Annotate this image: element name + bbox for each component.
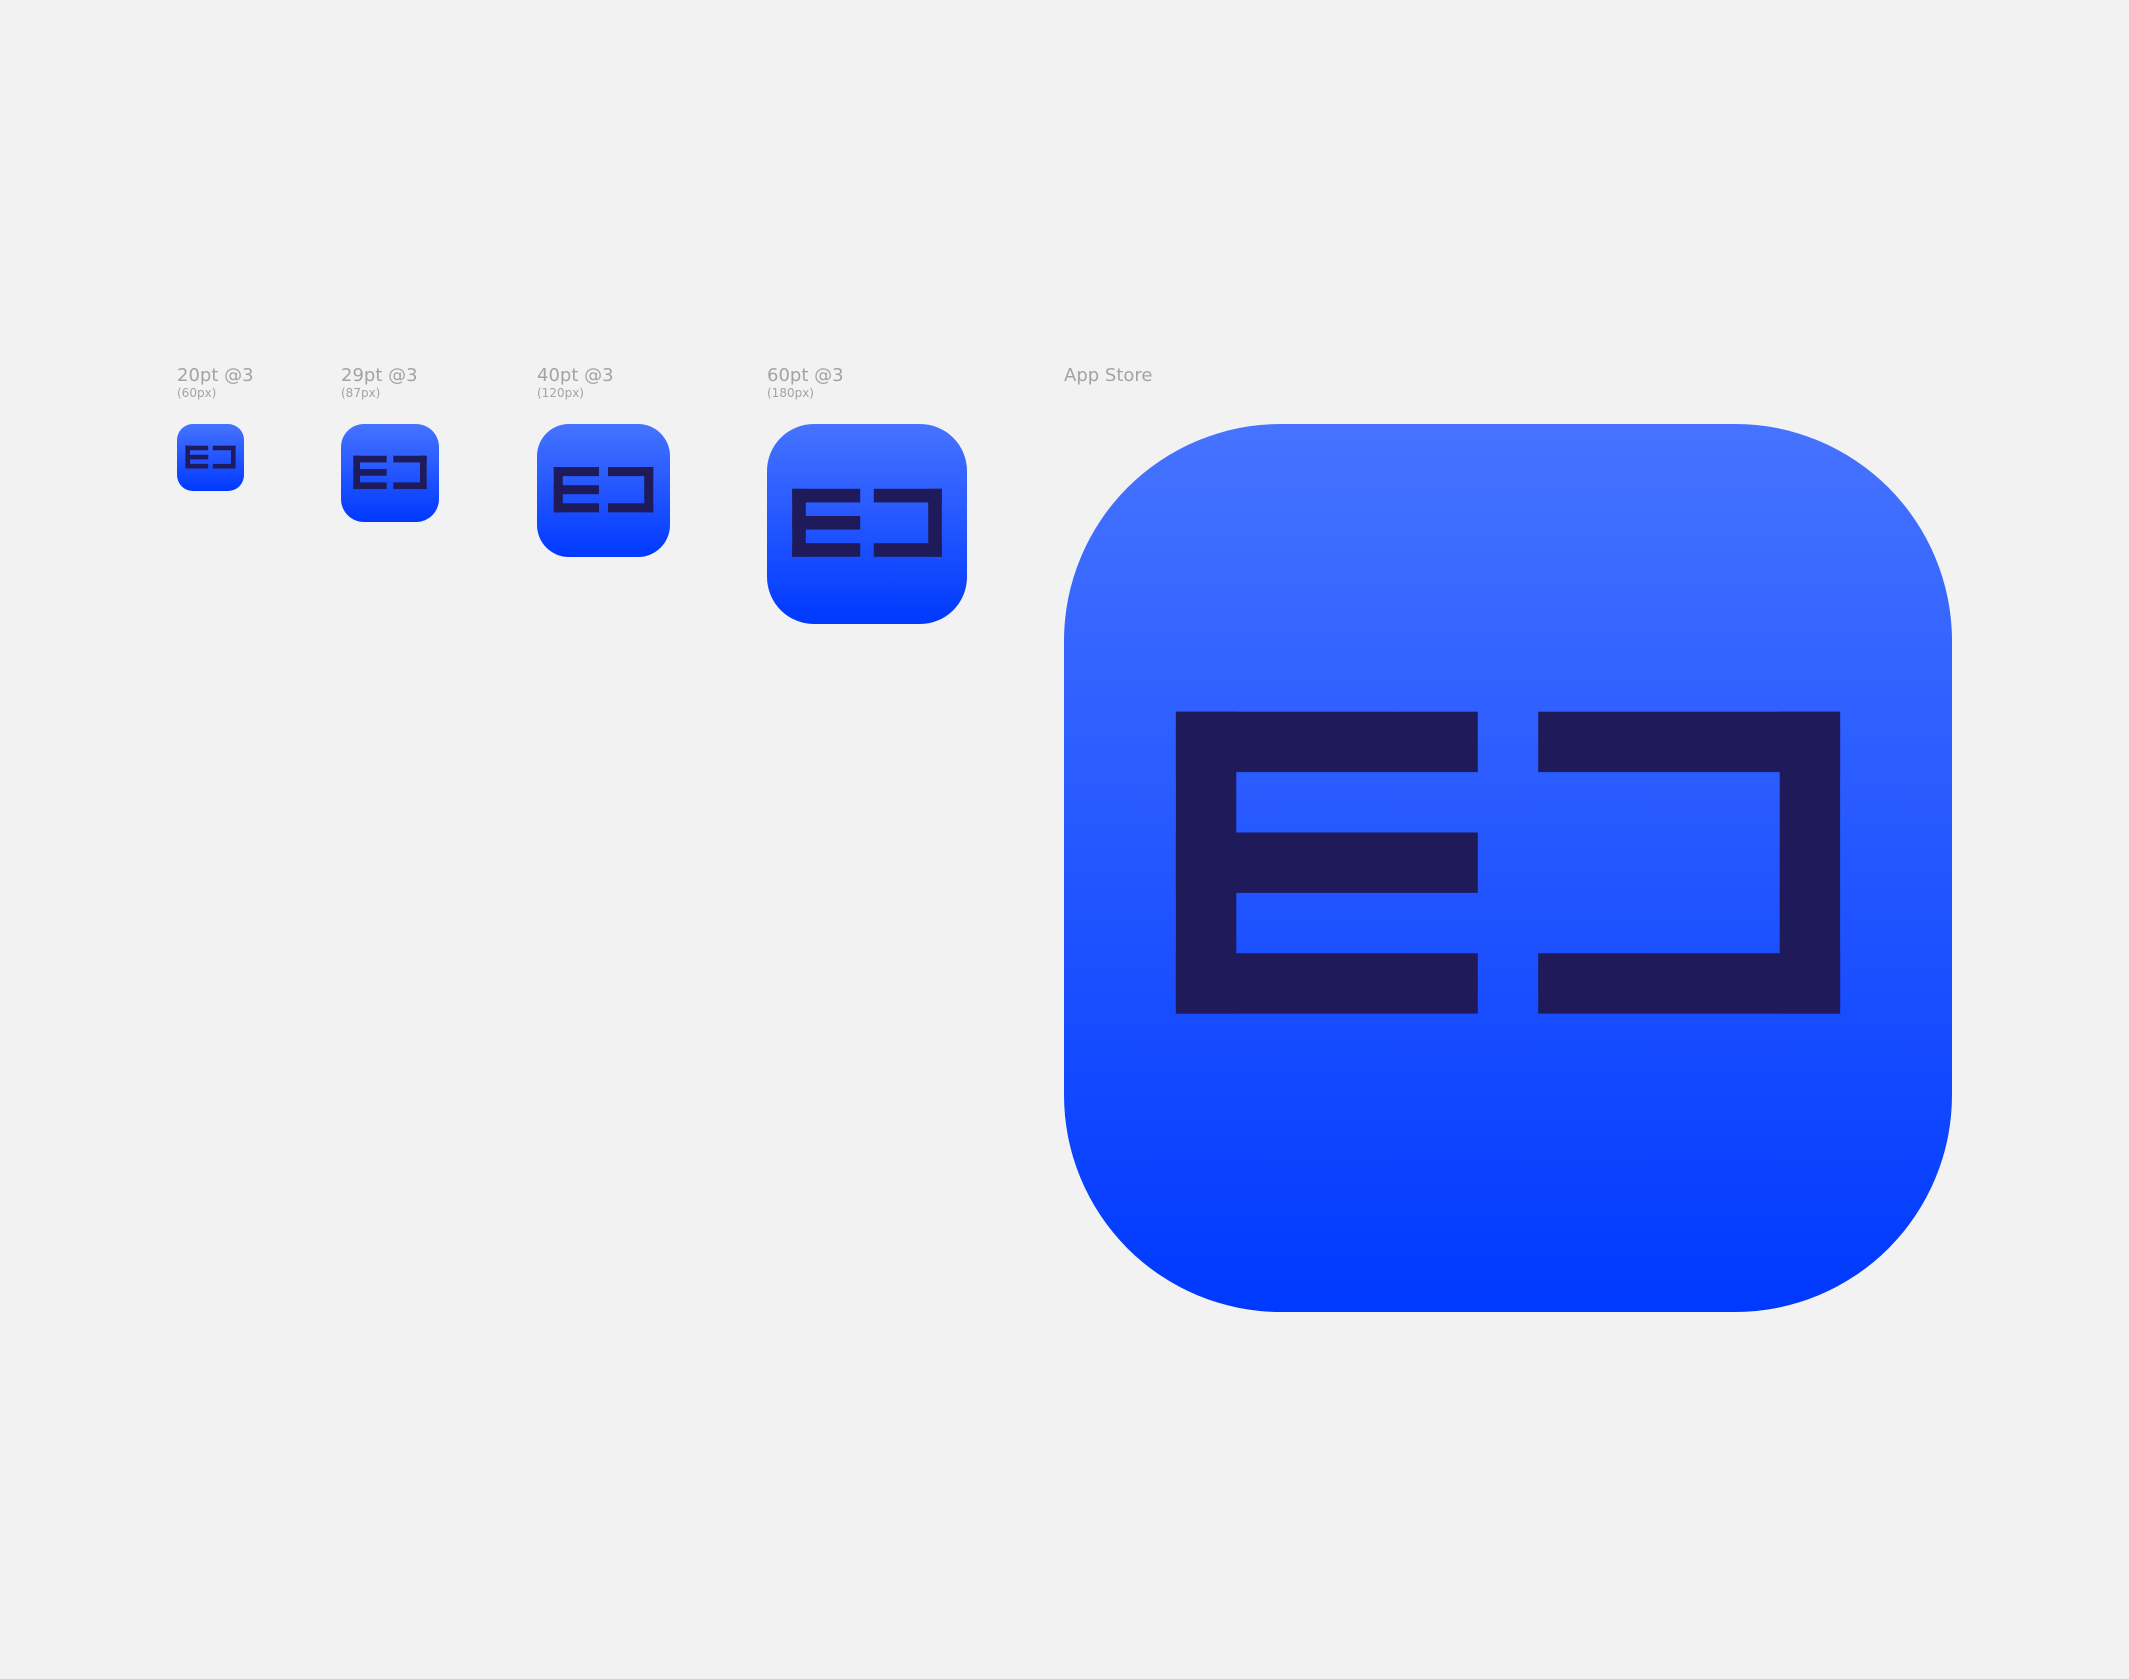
size-label: 60pt @3 (180px) — [767, 365, 844, 400]
c-bottom-bar — [1538, 953, 1841, 1014]
e-top-bar — [185, 445, 209, 451]
size-label: 20pt @3 (60px) — [177, 365, 254, 400]
app-icon-tile — [341, 424, 439, 522]
ec-monogram-icon — [177, 424, 244, 491]
c-bottom-bar — [873, 543, 942, 557]
e-top-bar — [353, 455, 387, 463]
e-middle-bar — [353, 469, 387, 476]
e-bottom-bar — [792, 543, 861, 557]
ec-monogram-icon — [767, 424, 967, 624]
e-top-bar — [1175, 711, 1478, 773]
e-middle-bar — [553, 485, 599, 495]
size-label: 40pt @3 (120px) — [537, 365, 614, 400]
app-icon-tile — [177, 424, 244, 491]
e-bottom-bar — [1175, 953, 1478, 1014]
size-label-subtitle: (87px) — [341, 386, 381, 400]
e-top-bar — [792, 488, 861, 503]
c-bottom-bar — [393, 482, 427, 490]
ec-monogram-icon — [537, 424, 670, 557]
size-label-subtitle: (120px) — [537, 386, 584, 400]
app-icon-tile — [537, 424, 670, 557]
e-bottom-bar — [553, 503, 599, 513]
app-icon-tile — [767, 424, 967, 624]
size-label-title: 40pt @3 — [537, 365, 614, 386]
size-label-subtitle: (180px) — [767, 386, 814, 400]
size-label-subtitle: (60px) — [177, 386, 217, 400]
e-middle-bar — [792, 516, 861, 530]
c-bottom-bar — [608, 503, 654, 513]
size-label-title: 60pt @3 — [767, 365, 844, 386]
ec-monogram-icon — [341, 424, 439, 522]
e-middle-bar — [1175, 832, 1478, 893]
size-label: 29pt @3 (87px) — [341, 365, 418, 400]
size-label-title: 20pt @3 — [177, 365, 254, 386]
c-bottom-bar — [212, 463, 236, 469]
size-label: App Store — [1064, 367, 1152, 387]
size-label-title: 29pt @3 — [341, 365, 418, 386]
e-middle-bar — [185, 454, 209, 460]
e-bottom-bar — [353, 482, 387, 490]
e-top-bar — [553, 467, 599, 477]
ec-monogram-icon — [1064, 424, 1952, 1312]
e-bottom-bar — [185, 463, 209, 469]
size-label-title: App Store — [1064, 365, 1153, 386]
app-icon-tile — [1064, 424, 1952, 1312]
